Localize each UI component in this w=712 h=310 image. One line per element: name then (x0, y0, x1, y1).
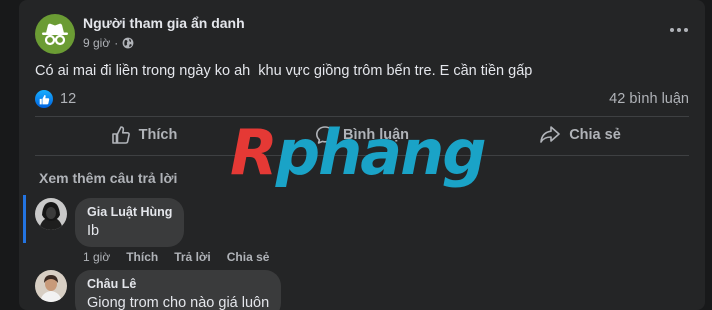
watermark-logo: Rphang (230, 122, 487, 184)
comment-author[interactable]: Gia Luật Hùng (87, 205, 172, 219)
like-count: 12 (60, 91, 77, 107)
comment-bubble: Châu Lê Giong trom cho nào giá luôn (75, 270, 282, 310)
reply-thread-line (23, 195, 26, 243)
comment-like-link[interactable]: Thích (126, 250, 158, 264)
comment-share-link[interactable]: Chia sẻ (227, 250, 270, 264)
globe-icon (122, 37, 134, 49)
thumbs-up-outline-icon (111, 126, 130, 144)
see-more-replies-link[interactable]: Xem thêm câu trả lời (39, 170, 177, 186)
post-meta: 9 giờ · (83, 36, 245, 50)
share-arrow-icon (540, 126, 561, 143)
post-stats: 12 42 bình luận (35, 89, 689, 109)
comment-reply-link[interactable]: Trả lời (174, 250, 211, 264)
share-button[interactable]: Chia sẻ (471, 117, 689, 153)
meta-separator: · (114, 36, 119, 50)
comment-text: Ib (87, 223, 100, 239)
post-header: Người tham gia ẩn danh 9 giờ · (35, 14, 245, 54)
comment-count[interactable]: 42 bình luận (609, 91, 689, 107)
comment-bubble: Gia Luật Hùng Ib (75, 198, 185, 247)
watermark-rest: phang (275, 116, 487, 189)
reactions-summary[interactable]: 12 (35, 90, 76, 108)
thumbs-up-icon (35, 90, 53, 108)
comment-author[interactable]: Châu Lê (87, 277, 269, 291)
comment-item: Châu Lê Giong trom cho nào giá luôn (35, 270, 282, 310)
avatar[interactable] (35, 198, 67, 230)
more-options-icon[interactable] (667, 20, 691, 40)
avatar[interactable] (35, 270, 67, 302)
incognito-icon[interactable] (35, 14, 75, 54)
comment-text: Giong trom cho nào giá luôn (87, 295, 270, 310)
comment-actions: 1 giờ Thích Trả lời Chia sẻ (83, 250, 285, 264)
post-author[interactable]: Người tham gia ẩn danh (83, 15, 245, 31)
author-block: Người tham gia ẩn danh 9 giờ · (83, 15, 245, 50)
post-text: Có ai mai đi liền trong ngày ko ah khu v… (35, 63, 533, 79)
like-button[interactable]: Thích (35, 117, 253, 153)
like-label: Thích (138, 127, 178, 143)
watermark-first-letter: R (230, 116, 278, 189)
post-time[interactable]: 9 giờ (83, 36, 110, 50)
share-label: Chia sẻ (569, 127, 621, 143)
comment-time[interactable]: 1 giờ (83, 250, 110, 264)
comment-item: Gia Luật Hùng Ib (35, 198, 185, 247)
